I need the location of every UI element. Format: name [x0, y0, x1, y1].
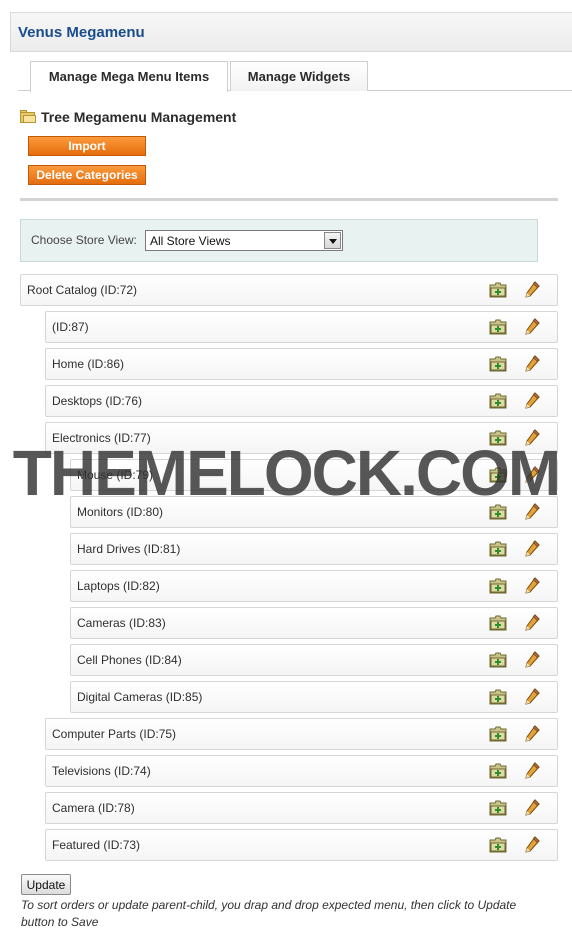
- tree-item[interactable]: Monitors (ID:80): [70, 496, 558, 528]
- edit-pencil-icon[interactable]: [524, 577, 540, 595]
- edit-pencil-icon[interactable]: [524, 688, 540, 706]
- add-child-folder-icon[interactable]: [489, 652, 507, 668]
- edit-pencil-icon[interactable]: [524, 836, 540, 854]
- add-child-folder-icon[interactable]: [489, 356, 507, 372]
- tree-item-label: Digital Cameras (ID:85): [77, 690, 203, 704]
- tree-item[interactable]: Televisions (ID:74): [45, 755, 558, 787]
- store-view-panel: Choose Store View: All Store Views: [20, 219, 538, 262]
- divider: [20, 198, 558, 201]
- add-child-folder-icon[interactable]: [489, 541, 507, 557]
- tree-item-label: Camera (ID:78): [52, 801, 135, 815]
- edit-pencil-icon[interactable]: [524, 503, 540, 521]
- add-child-folder-icon[interactable]: [489, 393, 507, 409]
- add-child-folder-icon[interactable]: [489, 726, 507, 742]
- tree-item-label: (ID:87): [52, 320, 89, 334]
- page-title: Venus Megamenu: [18, 24, 145, 41]
- add-child-folder-icon[interactable]: [489, 578, 507, 594]
- tree-item[interactable]: Desktops (ID:76): [45, 385, 558, 417]
- tree-item-label: Hard Drives (ID:81): [77, 542, 181, 556]
- add-child-folder-icon[interactable]: [489, 615, 507, 631]
- edit-pencil-icon[interactable]: [524, 762, 540, 780]
- tree-item[interactable]: Camera (ID:78): [45, 792, 558, 824]
- tree-item-label: Featured (ID:73): [52, 838, 141, 852]
- section-header: Tree Megamenu Management: [20, 107, 236, 127]
- edit-pencil-icon[interactable]: [524, 281, 540, 299]
- tree-item[interactable]: Digital Cameras (ID:85): [70, 681, 558, 713]
- edit-pencil-icon[interactable]: [524, 540, 540, 558]
- add-child-folder-icon[interactable]: [489, 763, 507, 779]
- tree-item[interactable]: Laptops (ID:82): [70, 570, 558, 602]
- import-categories-button[interactable]: Import Categories: [28, 136, 146, 171]
- tree-item[interactable]: Hard Drives (ID:81): [70, 533, 558, 565]
- store-view-label: Choose Store View:: [31, 233, 137, 247]
- add-child-folder-icon[interactable]: [489, 504, 507, 520]
- tree-item-label: Home (ID:86): [52, 357, 125, 371]
- tree-item[interactable]: Home (ID:86): [45, 348, 558, 380]
- tree-item-label: Laptops (ID:82): [77, 579, 160, 593]
- tree-item[interactable]: Cell Phones (ID:84): [70, 644, 558, 676]
- add-child-folder-icon[interactable]: [489, 282, 507, 298]
- page-header: Venus Megamenu: [10, 12, 572, 52]
- tree-item-label: Televisions (ID:74): [52, 764, 151, 778]
- tree-item[interactable]: Mouse (ID:79): [70, 459, 558, 491]
- add-child-folder-icon[interactable]: [489, 800, 507, 816]
- tree-item-label: Cell Phones (ID:84): [77, 653, 182, 667]
- add-child-folder-icon[interactable]: [489, 319, 507, 335]
- tree-item-label: Root Catalog (ID:72): [27, 283, 138, 297]
- add-child-folder-icon[interactable]: [489, 689, 507, 705]
- add-child-folder-icon[interactable]: [489, 467, 507, 483]
- tree-item[interactable]: Cameras (ID:83): [70, 607, 558, 639]
- tree-item-label: Desktops (ID:76): [52, 394, 143, 408]
- tab-manage-widgets[interactable]: Manage Widgets: [230, 61, 368, 91]
- edit-pencil-icon[interactable]: [524, 392, 540, 410]
- edit-pencil-icon[interactable]: [524, 614, 540, 632]
- edit-pencil-icon[interactable]: [524, 429, 540, 447]
- edit-pencil-icon[interactable]: [524, 651, 540, 669]
- tree-item[interactable]: (ID:87): [45, 311, 558, 343]
- delete-categories-button[interactable]: Delete Categories: [28, 165, 146, 185]
- edit-pencil-icon[interactable]: [524, 725, 540, 743]
- tree-item-label: Computer Parts (ID:75): [52, 727, 177, 741]
- tree-item-label: Cameras (ID:83): [77, 616, 166, 630]
- store-view-selected-value: All Store Views: [150, 234, 231, 248]
- tree-item-label: Monitors (ID:80): [77, 505, 164, 519]
- section-title: Tree Megamenu Management: [41, 109, 237, 125]
- tree-item-label: Electronics (ID:77): [52, 431, 151, 445]
- tree-item-label: Mouse (ID:79): [77, 468, 154, 482]
- tree-item[interactable]: Root Catalog (ID:72): [20, 274, 558, 306]
- store-view-select[interactable]: All Store Views: [145, 230, 343, 251]
- add-child-folder-icon[interactable]: [489, 837, 507, 853]
- folder-icon: [20, 110, 36, 124]
- instruction-note: To sort orders or update parent-child, y…: [21, 898, 517, 929]
- update-button[interactable]: Update: [21, 874, 71, 895]
- tree-item[interactable]: Featured (ID:73): [45, 829, 558, 861]
- chevron-down-icon[interactable]: [324, 232, 341, 249]
- edit-pencil-icon[interactable]: [524, 799, 540, 817]
- edit-pencil-icon[interactable]: [524, 355, 540, 373]
- edit-pencil-icon[interactable]: [524, 466, 540, 484]
- edit-pencil-icon[interactable]: [524, 318, 540, 336]
- add-child-folder-icon[interactable]: [489, 430, 507, 446]
- tree-item[interactable]: Computer Parts (ID:75): [45, 718, 558, 750]
- tab-manage-mega-menu-items[interactable]: Manage Mega Menu Items: [30, 61, 228, 92]
- tree-item[interactable]: Electronics (ID:77): [45, 422, 558, 454]
